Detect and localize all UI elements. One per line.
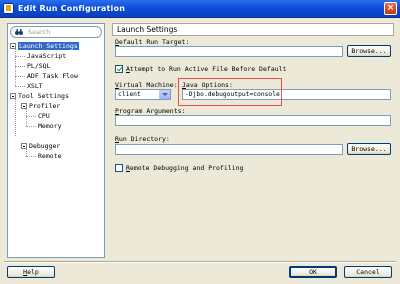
chevron-down-icon[interactable] <box>159 90 170 99</box>
browse-run-target-button[interactable]: Browse... <box>347 45 391 57</box>
virtual-machine-value: client <box>118 91 141 98</box>
attempt-run-active-file-label[interactable]: Attempt to Run Active File Before Defaul… <box>126 65 286 73</box>
collapse-icon[interactable] <box>21 143 27 149</box>
collapse-icon[interactable] <box>10 93 16 99</box>
tree-item-plsql[interactable]: PL/SQL <box>27 61 50 71</box>
tree-item-launch-settings[interactable]: Launch Settings <box>10 41 79 51</box>
collapse-icon[interactable] <box>21 103 27 109</box>
tree-item-memory[interactable]: Memory <box>38 121 61 131</box>
virtual-machine-select[interactable]: client <box>115 89 171 100</box>
default-run-target-input[interactable] <box>115 46 343 57</box>
tree-item-javascript[interactable]: JavaScript <box>27 51 66 61</box>
app-icon <box>3 3 14 14</box>
ok-button[interactable]: OK <box>289 266 337 278</box>
tree-connector <box>15 66 25 67</box>
search-field[interactable]: Search <box>10 26 102 38</box>
annotation-highlight <box>178 78 282 106</box>
run-directory-label: Run Directory: <box>115 135 170 143</box>
default-run-target-label: Default Run Target: <box>115 38 190 46</box>
browse-run-directory-button[interactable]: Browse... <box>347 143 391 155</box>
binoculars-icon <box>15 29 23 35</box>
launch-settings-panel: Launch Settings Default Run Target: Brow… <box>112 23 394 258</box>
search-placeholder: Search <box>28 28 51 36</box>
tree-item-debugger[interactable]: Debugger <box>21 141 60 151</box>
tree-connector <box>26 156 36 157</box>
help-button[interactable]: Help <box>7 266 55 278</box>
tree-connector <box>15 86 25 87</box>
edit-run-configuration-dialog: Edit Run Configuration × Search Launch S… <box>0 0 400 284</box>
virtual-machine-label: Virtual Machine: <box>115 81 178 89</box>
tree-item-tool-settings[interactable]: Tool Settings <box>10 91 69 101</box>
navigator-panel: Search Launch Settings JavaScript PL/SQL <box>7 23 105 258</box>
tree-item-adf-task-flow[interactable]: ADF Task Flow <box>27 71 78 81</box>
program-arguments-input[interactable] <box>115 115 391 126</box>
remote-debugging-checkbox[interactable] <box>115 164 123 172</box>
remote-debugging-label[interactable]: Remote Debugging and Profiling <box>126 164 243 172</box>
tree-connector <box>26 116 36 117</box>
tree-item-remote[interactable]: Remote <box>38 151 61 161</box>
section-title: Launch Settings <box>112 23 394 36</box>
tree-item-xslt[interactable]: XSLT <box>27 81 43 91</box>
window-title: Edit Run Configuration <box>18 4 126 13</box>
footer-separator <box>4 261 396 263</box>
tree-connector <box>15 56 25 57</box>
collapse-icon[interactable] <box>10 43 16 49</box>
tree-item-cpu[interactable]: CPU <box>38 111 50 121</box>
tree-item-profiler[interactable]: Profiler <box>21 101 60 111</box>
title-bar[interactable]: Edit Run Configuration × <box>0 0 400 18</box>
program-arguments-label: Program Arguments: <box>115 107 186 115</box>
close-button[interactable]: × <box>384 2 397 15</box>
run-directory-input[interactable] <box>115 144 343 155</box>
attempt-run-active-file-checkbox[interactable] <box>115 65 123 73</box>
tree-connector <box>26 126 36 127</box>
cancel-button[interactable]: Cancel <box>344 266 392 278</box>
tree-connector <box>15 96 16 136</box>
tree-connector <box>15 76 25 77</box>
